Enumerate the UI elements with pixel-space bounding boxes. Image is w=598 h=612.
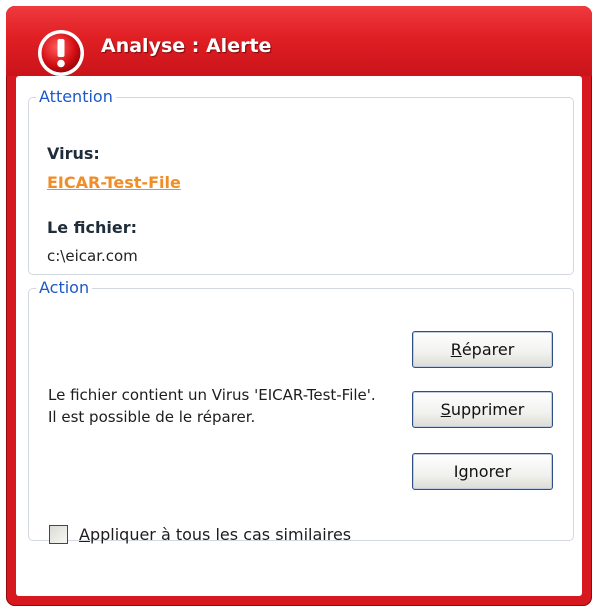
ignore-button[interactable]: Ig norer <box>412 453 553 490</box>
delete-label: upprimer <box>450 400 525 419</box>
attention-legend: Attention <box>39 87 113 106</box>
action-legend: Action <box>39 278 90 297</box>
repair-label: éparer <box>461 340 515 359</box>
apply-all-row[interactable]: Appliquer à tous les cas similaires <box>49 523 351 545</box>
alert-window: Analyse : Alerte Attention Virus: EICAR-… <box>6 6 592 606</box>
dialog-body: Attention Virus: EICAR-Test-File Le fich… <box>16 76 582 596</box>
apply-all-accesskey: A <box>79 524 90 544</box>
virus-label: Virus: <box>47 144 100 163</box>
ignore-accesskey: g <box>458 462 469 481</box>
attention-group: Attention Virus: EICAR-Test-File Le fich… <box>28 88 574 275</box>
alert-exclamation-icon <box>38 30 84 76</box>
delete-button[interactable]: Supprimer <box>412 391 553 428</box>
apply-all-checkbox[interactable] <box>49 524 68 544</box>
action-message: Le fichier contient un Virus 'EICAR-Test… <box>48 386 376 426</box>
file-path: c:\eicar.com <box>47 247 138 265</box>
action-group: Action Le fichier contient un Virus 'EIC… <box>28 278 574 544</box>
apply-all-label-text: ppliquer à tous les cas similaires <box>89 524 352 544</box>
virus-name-link[interactable]: EICAR-Test-File <box>47 173 181 192</box>
delete-accesskey: S <box>440 400 451 419</box>
ignore-label: norer <box>468 462 512 481</box>
title-bar[interactable]: Analyse : Alerte <box>6 6 592 76</box>
apply-all-label[interactable]: Appliquer à tous les cas similaires <box>79 525 351 544</box>
repair-accesskey: R <box>450 340 462 359</box>
file-label: Le fichier: <box>47 218 137 237</box>
repair-button[interactable]: Réparer <box>412 331 553 368</box>
window-title: Analyse : Alerte <box>101 35 272 57</box>
